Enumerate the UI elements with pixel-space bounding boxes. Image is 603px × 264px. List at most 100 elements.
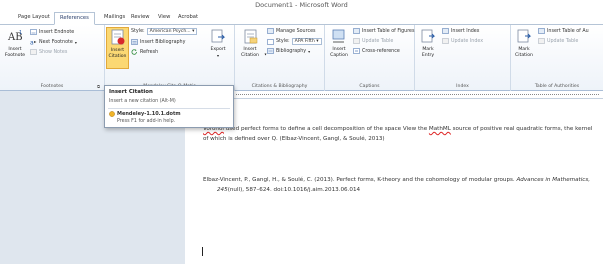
tab-references[interactable]: References: [54, 12, 95, 25]
title-bar: Document1 - Microsoft Word: [0, 0, 603, 12]
tab-view[interactable]: View: [158, 14, 170, 20]
refresh-icon: [131, 49, 138, 55]
insert-footnote-button[interactable]: AB 1 Insert Footnote: [3, 28, 27, 58]
toa-update-table-label: Update Table: [547, 38, 579, 44]
index-group-label: Index: [456, 84, 469, 89]
tooltip-plugin-row: Mendeley-1.10.1.dotm: [109, 111, 181, 117]
svg-text:a: a: [30, 40, 34, 46]
mendeley-export-label: Export: [210, 47, 226, 52]
next-footnote-icon: a: [30, 39, 37, 45]
tooltip-title: Insert Citation: [109, 89, 153, 95]
misspelled-word[interactable]: MathML: [429, 126, 451, 132]
next-footnote-button[interactable]: a Next Footnote ▾: [30, 39, 77, 46]
caption-icon: [331, 28, 347, 45]
table-of-authorities-icon: [538, 28, 545, 34]
citations-group-label: Citations & Bibliography: [251, 84, 308, 89]
tooltip-separator: [108, 108, 230, 109]
toa-update-table-icon: [538, 38, 545, 44]
citation-style-dropdown[interactable]: APA Fifth ▾: [291, 38, 322, 45]
mark-citation-label: Mark Citation: [515, 47, 533, 58]
footnotes-group: AB 1 Insert Footnote Insert Endnote a Nex…: [0, 25, 105, 91]
insert-citation-icon: [243, 28, 259, 45]
insert-table-of-figures-button[interactable]: Insert Table of Figures: [353, 28, 415, 34]
ribbon: AB 1 Insert Footnote Insert Endnote a Nex…: [0, 25, 603, 91]
citations-bibliography-group: Insert Citation ▾ Manage Sources Style: …: [235, 25, 325, 91]
mark-citation-button[interactable]: Mark Citation: [513, 28, 535, 58]
export-icon: [210, 28, 226, 45]
show-notes-icon: [30, 49, 37, 55]
index-group: Mark Entry Insert Index Update Index Ind…: [415, 25, 511, 91]
insert-table-of-authorities-label: Insert Table of Au: [547, 28, 589, 34]
insert-endnote-label: Insert Endnote: [39, 29, 75, 35]
update-index-button[interactable]: Update Index: [442, 38, 483, 44]
show-notes-label: Show Notes: [39, 49, 68, 55]
footnotes-label: Footnotes: [40, 84, 64, 89]
cross-reference-button[interactable]: Cross-reference: [353, 48, 400, 54]
mendeley-export-button[interactable]: Export ▾: [205, 28, 231, 58]
mark-entry-icon: [420, 28, 436, 45]
mark-entry-label: Mark Entry: [421, 47, 435, 58]
horizontal-ruler[interactable]: [232, 91, 603, 99]
footnote-icon: AB 1: [7, 28, 23, 45]
bibliography-list-icon: [267, 48, 274, 54]
chevron-down-icon: ▾: [316, 39, 319, 44]
mendeley-refresh-label: Refresh: [140, 49, 159, 55]
chevron-down-icon: ▾: [192, 29, 195, 34]
mark-entry-button[interactable]: Mark Entry: [417, 28, 439, 58]
ribbon-tabs: Page Layout References Mailings Review V…: [0, 12, 603, 25]
mark-citation-icon: [516, 28, 532, 45]
captions-group: Insert Caption Insert Table of Figures U…: [325, 25, 415, 91]
manage-sources-button[interactable]: Manage Sources: [267, 28, 316, 34]
chevron-down-icon: ▾: [216, 52, 219, 58]
tab-page-layout[interactable]: Page Layout: [18, 14, 50, 20]
reference-text: Elbaz-Vincent, P., Gangl, H., & Soulé, C…: [203, 177, 517, 183]
citation-style-value: APA Fifth: [294, 39, 315, 44]
window-title: Document1 - Microsoft Word: [255, 1, 348, 9]
insert-index-label: Insert Index: [451, 28, 480, 34]
toa-update-table-button[interactable]: Update Table: [538, 38, 578, 44]
manage-sources-icon: [267, 28, 274, 34]
tooltip-plugin-name: Mendeley-1.10.1.dotm: [117, 111, 181, 117]
citation-icon: [110, 29, 126, 46]
update-index-icon: [442, 38, 449, 44]
cross-reference-icon: [353, 48, 360, 54]
bibliography-label: Bibliography: [276, 48, 307, 54]
mendeley-refresh-button[interactable]: Refresh: [131, 49, 158, 55]
body-paragraph[interactable]: Voronoi used perfect forms to define a c…: [203, 125, 593, 144]
tab-review[interactable]: Review: [131, 14, 150, 20]
tab-mailings[interactable]: Mailings: [104, 14, 125, 20]
insert-footnote-label: Insert Footnote: [4, 47, 26, 58]
bibliography-entry[interactable]: Elbaz-Vincent, P., Gangl, H., & Soulé, C…: [203, 176, 593, 195]
tooltip-help: Press F1 for add-in help.: [117, 119, 176, 124]
mendeley-style-dropdown[interactable]: American Psych... ▾: [146, 28, 198, 35]
mendeley-insert-citation-button[interactable]: Insert Citation: [106, 27, 129, 69]
chevron-down-icon[interactable]: ▾: [75, 40, 77, 45]
insert-caption-label: Insert Caption: [330, 47, 348, 58]
table-of-figures-icon: [353, 28, 360, 34]
toa-group-label: Table of Authorities: [534, 84, 580, 89]
chevron-down-icon: ▾: [308, 48, 311, 54]
document-page[interactable]: Voronoi used perfect forms to define a c…: [185, 99, 603, 264]
update-table-icon: [353, 38, 360, 44]
insert-index-icon: [442, 28, 449, 34]
insert-endnote-button[interactable]: Insert Endnote: [30, 29, 74, 35]
reference-tail: (null), 587–624. doi:10.1016/j.aim.2013.…: [227, 186, 361, 193]
insert-caption-button[interactable]: Insert Caption: [327, 28, 351, 58]
mendeley-insert-bibliography-button[interactable]: Insert Bibliography: [131, 39, 185, 45]
bibliography-icon: [131, 39, 138, 45]
insert-table-of-authorities-button[interactable]: Insert Table of Au: [538, 28, 589, 34]
ruler-ticks: [236, 94, 599, 96]
mendeley-insert-citation-label: Insert Citation: [108, 48, 127, 59]
citation-style-select[interactable]: Style: APA Fifth ▾: [267, 38, 322, 45]
tab-acrobat[interactable]: Acrobat: [178, 14, 198, 20]
dialog-launcher-icon[interactable]: ⧉: [97, 84, 100, 89]
insert-citation-button[interactable]: Insert Citation ▾: [237, 28, 266, 58]
bibliography-button[interactable]: Bibliography ▾: [267, 48, 310, 54]
captions-update-table-button[interactable]: Update Table: [353, 38, 393, 44]
insert-index-button[interactable]: Insert Index: [442, 28, 480, 34]
mendeley-style-select[interactable]: Style: American Psych... ▾: [131, 28, 198, 35]
paragraph-text: used perfect forms to define a cell deco…: [223, 126, 429, 132]
show-notes-button[interactable]: Show Notes: [30, 49, 67, 55]
mendeley-style-value: American Psych...: [149, 29, 191, 34]
endnote-icon: [30, 29, 37, 35]
